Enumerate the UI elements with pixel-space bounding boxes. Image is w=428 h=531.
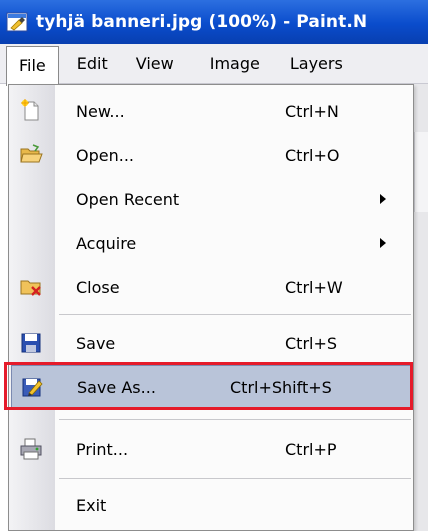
menu-view[interactable]: View (122, 46, 188, 82)
menu-item-exit[interactable]: Exit (9, 483, 413, 527)
submenu-arrow-icon (380, 238, 386, 248)
menu-item-shortcut: Ctrl+N (285, 101, 339, 121)
window-title: tyhjä banneri.jpg (100%) - Paint.N (36, 12, 368, 32)
file-menu-dropdown: New... Ctrl+N Open... Ctrl+O Open Recent… (8, 84, 414, 531)
menu-item-label: Open... (76, 145, 134, 165)
floppy-disk-icon (21, 333, 41, 353)
menu-item-acquire[interactable]: Acquire (9, 221, 413, 265)
close-folder-icon (20, 280, 41, 296)
open-folder-icon (20, 144, 43, 163)
menu-item-shortcut: Ctrl+Shift+S (230, 377, 332, 397)
menu-item-shortcut: Ctrl+O (285, 145, 340, 165)
app-background (414, 84, 428, 531)
menu-item-label: Save As... (77, 377, 156, 397)
menu-item-label: New... (76, 101, 125, 121)
menu-file[interactable]: File (6, 45, 59, 86)
menu-item-shortcut: Ctrl+S (285, 333, 338, 353)
menu-item-label: Close (76, 277, 120, 297)
menu-item-label: Open Recent (76, 189, 180, 209)
menu-separator (59, 314, 411, 315)
printer-icon (20, 438, 42, 460)
new-document-icon (21, 99, 39, 121)
menu-item-new[interactable]: New... Ctrl+N (9, 89, 413, 133)
menu-edit[interactable]: Edit (63, 46, 122, 82)
menu-item-save-as[interactable]: Save As... Ctrl+Shift+S (11, 365, 411, 409)
menu-item-open-recent[interactable]: Open Recent (9, 177, 413, 221)
save-as-icon (22, 378, 43, 397)
menu-item-print[interactable]: Print... Ctrl+P (9, 427, 413, 471)
menu-item-shortcut: Ctrl+P (285, 439, 337, 459)
paint-app-icon (6, 12, 28, 32)
menu-item-open[interactable]: Open... Ctrl+O (9, 133, 413, 177)
menu-bar: File Edit View Image Layers (0, 44, 428, 86)
menu-item-shortcut: Ctrl+W (285, 277, 343, 297)
menu-separator (59, 419, 411, 420)
toolbar-strip (414, 132, 428, 212)
menu-item-label: Print... (76, 439, 129, 459)
menu-item-save[interactable]: Save Ctrl+S (9, 321, 413, 365)
submenu-arrow-icon (380, 194, 386, 204)
menu-image[interactable]: Image (188, 46, 274, 82)
menu-layers[interactable]: Layers (274, 46, 357, 82)
menu-item-close[interactable]: Close Ctrl+W (9, 265, 413, 309)
menu-item-label: Save (76, 333, 116, 353)
menu-item-label: Exit (76, 495, 107, 515)
menu-separator (59, 478, 411, 479)
menu-item-label: Acquire (76, 233, 137, 253)
title-bar: tyhjä banneri.jpg (100%) - Paint.N (0, 0, 428, 44)
